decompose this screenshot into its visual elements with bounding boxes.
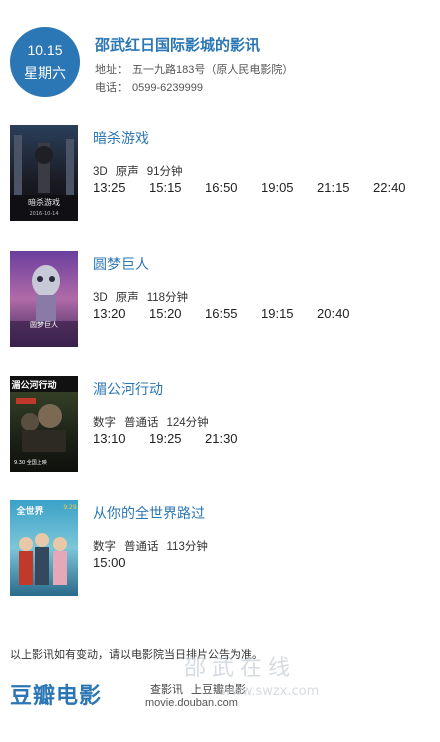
movie-duration: 118分钟 <box>146 292 189 304</box>
site-watermark: 邵武在线 www.swzx.com <box>184 656 320 699</box>
phone-row: 电话： 0599-6239999 <box>95 79 203 95</box>
movie-item: 湄公河行动 9.30 全国上映 湄公河行动 数字 普通话 124分钟 13:10 1… <box>10 376 430 472</box>
movie-title[interactable]: 暗杀游戏 <box>93 128 149 148</box>
poster-title: 湄公河行动 <box>11 379 56 391</box>
movie-poster[interactable]: 暗杀游戏 2016-10-14 <box>10 125 78 221</box>
showtime[interactable]: 15:20 <box>149 306 182 321</box>
showtime[interactable]: 13:25 <box>93 180 126 195</box>
showtime[interactable]: 13:20 <box>93 306 126 321</box>
poster-title: 圆梦巨人 <box>30 321 58 329</box>
cinema-header: 10.15 星期六 邵武红日国际影城的影讯 地址： 五一九路183号（原人民电影院… <box>10 27 430 97</box>
poster-date: 2016-10-14 <box>29 211 58 217</box>
movie-meta: 数字 普通话 113分钟 <box>93 538 216 554</box>
showtime[interactable]: 16:50 <box>205 180 238 195</box>
douban-movie-logo[interactable]: 豆瓣电影 <box>10 678 102 710</box>
showtime[interactable]: 22:40 <box>373 180 406 195</box>
movie-poster[interactable]: 全世界 9.29 <box>10 500 78 596</box>
showtime[interactable]: 21:15 <box>317 180 350 195</box>
showtime[interactable]: 19:25 <box>149 431 182 446</box>
cinema-name[interactable]: 邵武红日国际影城的影讯 <box>95 34 260 55</box>
showtime[interactable]: 13:10 <box>93 431 126 446</box>
showtime[interactable]: 16:55 <box>205 306 238 321</box>
date-text: 10.15 <box>27 42 63 58</box>
weekday-text: 星期六 <box>24 65 66 81</box>
movie-format: 3D <box>93 292 108 304</box>
movie-title[interactable]: 湄公河行动 <box>93 379 163 399</box>
phone-label: 电话： <box>95 82 128 94</box>
movie-language: 普通话 <box>124 417 159 429</box>
movie-meta: 3D 原声 91分钟 <box>93 163 191 179</box>
phone-value[interactable]: 0599-6239999 <box>132 82 203 94</box>
movie-format: 数字 <box>93 541 116 553</box>
movie-title[interactable]: 圆梦巨人 <box>93 254 149 274</box>
showtime[interactable]: 21:30 <box>205 431 238 446</box>
movie-language: 原声 <box>115 166 139 178</box>
poster-title: 暗杀游戏 <box>28 197 60 207</box>
showtime[interactable]: 20:40 <box>317 306 350 321</box>
movie-language: 普通话 <box>124 541 159 553</box>
poster-date: 9.30 全国上映 <box>14 459 47 466</box>
address-label: 地址： <box>95 64 128 76</box>
movie-meta: 3D 原声 118分钟 <box>93 289 196 305</box>
movie-format: 3D <box>93 166 108 178</box>
showtime[interactable]: 19:15 <box>261 306 294 321</box>
movie-poster[interactable]: 湄公河行动 9.30 全国上映 <box>10 376 78 472</box>
movie-item: 圆梦巨人 圆梦巨人 3D 原声 118分钟 13:20 15:20 16:55 19… <box>10 251 430 347</box>
movie-duration: 91分钟 <box>146 166 183 178</box>
showtime[interactable]: 15:15 <box>149 180 182 195</box>
movie-meta: 数字 普通话 124分钟 <box>93 414 217 430</box>
movie-format: 数字 <box>93 417 116 429</box>
showtime[interactable]: 15:00 <box>93 555 126 570</box>
movie-duration: 113分钟 <box>166 541 208 553</box>
poster-date: 9.29 <box>63 504 77 511</box>
watermark-url: www.swzx.com <box>221 684 320 699</box>
movie-language: 原声 <box>115 292 139 304</box>
watermark-text: 邵武在线 <box>184 656 296 681</box>
poster-title: 全世界 <box>15 505 43 517</box>
address-value: 五一九路183号（原人民电影院） <box>132 64 294 76</box>
movie-poster[interactable]: 圆梦巨人 <box>10 251 78 347</box>
movie-duration: 124分钟 <box>166 417 209 429</box>
movie-item: 暗杀游戏 2016-10-14 暗杀游戏 3D 原声 91分钟 13:25 15:1… <box>10 125 430 221</box>
date-badge: 10.15 星期六 <box>10 27 80 97</box>
address-row: 地址： 五一九路183号（原人民电影院） <box>95 61 293 77</box>
movie-item: 全世界 9.29 从你的全世界路过 数字 普通话 113分钟 15:00 <box>10 500 430 596</box>
showtime[interactable]: 19:05 <box>261 180 294 195</box>
movie-title[interactable]: 从你的全世界路过 <box>93 503 205 523</box>
